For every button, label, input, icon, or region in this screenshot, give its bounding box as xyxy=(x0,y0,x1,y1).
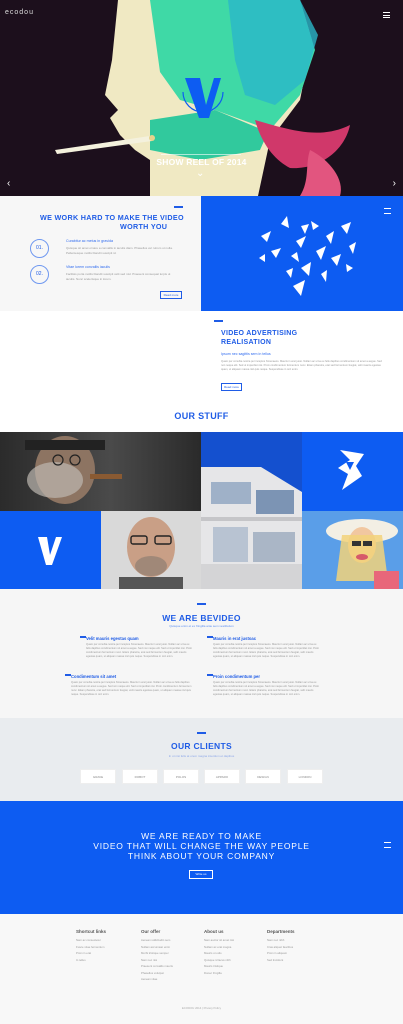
section-dash xyxy=(174,206,183,208)
section-dash xyxy=(197,732,206,734)
stuff-title: OUR STUFF xyxy=(174,411,229,421)
chevron-down-icon[interactable]: ⌄ xyxy=(196,168,204,179)
hero-banner: ecodou SHOW REEL OF 2014 ⌄ ‹ › xyxy=(0,0,403,196)
footer: Shortcut links Nam ac consectetur Fusce … xyxy=(0,914,403,1024)
client-logo[interactable]: GRAVE xyxy=(80,769,116,784)
footer-column-title: Our offer xyxy=(141,929,161,934)
step-text: Facilisis porta mollis blandit suscipit … xyxy=(66,272,171,281)
clients-subtitle: In ut nisi felis at orem magna interdum … xyxy=(168,754,235,758)
feature-title: Proin condimentum per xyxy=(213,674,260,679)
shatter-icon xyxy=(259,216,356,296)
read-more-button[interactable]: Read more xyxy=(221,383,242,391)
feature-title: Mauris in erat justoac xyxy=(213,636,257,641)
step-text: Quisque sit amet ornare a convallis in i… xyxy=(66,246,173,255)
footer-link[interactable]: In tellus xyxy=(76,957,136,964)
clients-section: OUR CLIENTS In ut nisi felis at orem mag… xyxy=(0,718,403,801)
clients-title: OUR CLIENTS xyxy=(171,741,232,751)
client-logo[interactable]: APPARO xyxy=(204,769,240,784)
hamburger-icon[interactable] xyxy=(384,208,391,214)
cta-line2: VIDEO THAT WILL CHANGE THE WAY PEOPLE xyxy=(93,841,310,851)
write-us-button[interactable]: Write us xyxy=(189,870,213,879)
chevron-right-icon[interactable]: › xyxy=(393,178,396,189)
page: ecodou SHOW REEL OF 2014 ⌄ ‹ › WE WORK H… xyxy=(0,0,403,1024)
gallery-tile-v-logo[interactable] xyxy=(0,511,101,589)
footer-link[interactable]: Sed tincidunt xyxy=(267,957,327,964)
step-title[interactable]: Vitae lorem convallis iaculis xyxy=(66,265,110,269)
footer-link[interactable]: Donec fringilla xyxy=(204,970,264,977)
client-logo[interactable]: POLOS xyxy=(163,769,199,784)
copyright: ECODOU 2014 | Privacy Policy xyxy=(182,1006,221,1010)
cta-section: WE ARE READY TO MAKE VIDEO THAT WILL CHA… xyxy=(0,801,403,914)
feature-text: Quam per conubia nostra per inceptos him… xyxy=(213,681,320,696)
feature-title: Velit mauris egestas quam xyxy=(86,636,139,641)
client-logo[interactable]: ROBOT xyxy=(122,769,158,784)
footer-column: About us Nam auctor sit amet nisi Nullam… xyxy=(204,929,264,976)
feature-text: Quam per conubia nostra per inceptos him… xyxy=(86,643,193,658)
hamburger-icon[interactable] xyxy=(384,842,391,848)
step-number: 02. xyxy=(30,265,49,284)
footer-column: Our offer Aenean sollicitudin sem Nullam… xyxy=(141,929,201,983)
read-more-button[interactable]: Read more xyxy=(160,291,182,299)
gallery-photo-man[interactable] xyxy=(101,511,201,589)
footer-link[interactable]: Aenean vitae xyxy=(141,976,201,983)
advertising-text: Quam per conubia nostra per inceptos him… xyxy=(221,360,382,371)
title-divider xyxy=(161,154,241,155)
client-logo[interactable]: DESIGN xyxy=(245,769,281,784)
cta-line3: THINK ABOUT YOUR COMPANY xyxy=(127,851,276,861)
hamburger-icon[interactable] xyxy=(383,12,390,18)
gallery xyxy=(0,432,403,589)
advertising-title-line1: VIDEO ADVERTISING xyxy=(221,330,298,337)
step-title[interactable]: Curabitur ac metus in gravida xyxy=(66,239,113,243)
about-subtitle: Quisque enim et ex fringilla ante sem ve… xyxy=(169,624,234,628)
footer-column-title: Departments xyxy=(267,929,295,934)
client-logo[interactable]: LONDON xyxy=(287,769,323,784)
gallery-photo-woman[interactable] xyxy=(302,511,403,589)
footer-column-title: Shortcut links xyxy=(76,929,107,934)
chevron-left-icon[interactable]: ‹ xyxy=(7,178,10,189)
gallery-photo-smoker[interactable] xyxy=(0,432,201,511)
advertising-section: VIDEO ADVERTISING REALISATION Ipsum nec … xyxy=(201,311,403,403)
feature-text: Quam per conubia nostra per inceptos him… xyxy=(213,643,320,658)
work-section: WE WORK HARD TO MAKE THE VIDEO WORTH YOU… xyxy=(0,196,201,311)
footer-column: Shortcut links Nam ac consectetur Fusce … xyxy=(76,929,136,963)
advertising-subtitle: Ipsum nec sagittis sem in tellus xyxy=(221,352,271,356)
shatter-graphic-panel xyxy=(201,196,403,311)
gallery-photo-building[interactable] xyxy=(201,432,302,589)
gallery-tile-logo[interactable] xyxy=(302,432,403,511)
advertising-title-line2: REALISATION xyxy=(221,339,272,346)
blank-panel xyxy=(0,311,201,403)
stuff-header: OUR STUFF xyxy=(0,403,403,432)
footer-column: Departments Nam nec nibh Cras aliquet fa… xyxy=(267,929,327,963)
hero-title: SHOW REEL OF 2014 xyxy=(156,157,247,167)
section-dash xyxy=(197,603,206,605)
about-section: WE ARE BEVIDEO Quisque enim et ex fringi… xyxy=(0,589,403,718)
work-title-line1: WE WORK HARD TO MAKE THE VIDEO xyxy=(40,213,184,222)
about-title: WE ARE BEVIDEO xyxy=(162,613,241,623)
step-number: 01. xyxy=(30,239,49,258)
footer-column-title: About us xyxy=(204,929,224,934)
cta-line1: WE ARE READY TO MAKE xyxy=(141,831,262,841)
feature-text: Quam per conubia nostra per inceptos him… xyxy=(71,681,192,696)
section-dash xyxy=(214,320,223,322)
feature-title: Condimentum sit amet xyxy=(71,674,117,679)
work-title-line2: WORTH YOU xyxy=(120,222,168,231)
site-logo[interactable]: ecodou xyxy=(5,9,34,16)
